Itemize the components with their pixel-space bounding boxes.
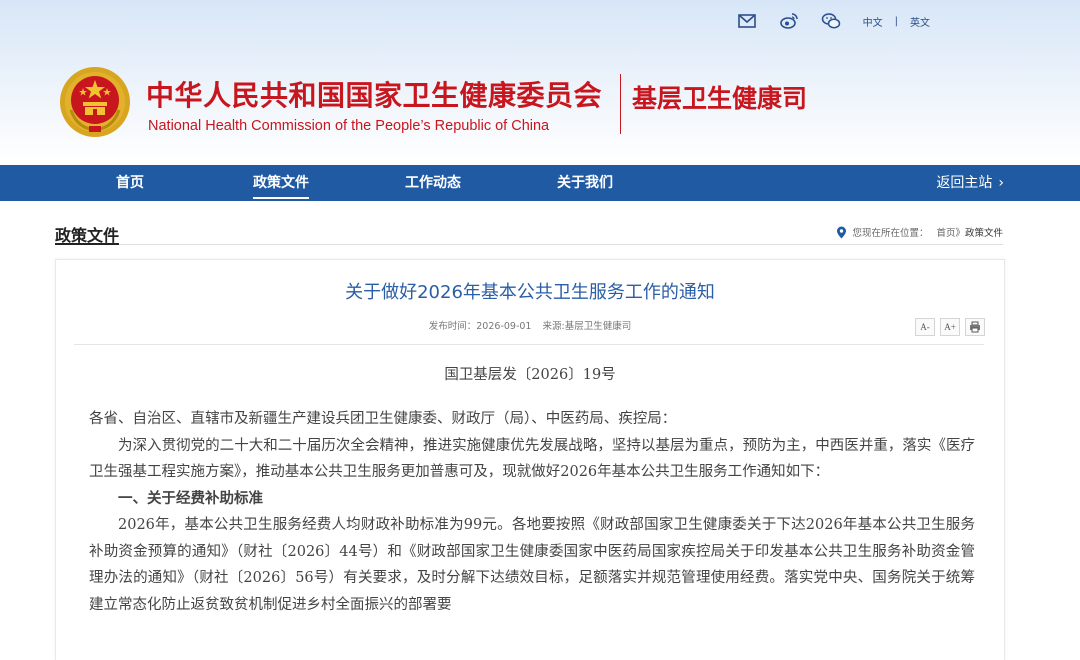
nav-item-news[interactable]: 工作动态 bbox=[405, 165, 461, 201]
top-links: 中文 | 英文 bbox=[737, 10, 930, 32]
date-label: 发布时间： bbox=[428, 321, 477, 332]
site-header: 中文 | 英文 中华人民共和国国家卫生健康委员会 National Health… bbox=[0, 0, 1080, 165]
addressee: 各省、自治区、直辖市及新疆生产建设兵团卫生健康委、财政厅（局）、中医药局、疾控局… bbox=[89, 411, 677, 427]
weibo-icon[interactable] bbox=[779, 11, 799, 31]
section-heading-1: 一、关于经费补助标准 bbox=[118, 490, 263, 507]
location-pin-icon bbox=[837, 226, 847, 238]
print-button[interactable] bbox=[965, 318, 985, 336]
site-title-en: National Health Commission of the People… bbox=[148, 118, 550, 134]
wechat-icon[interactable] bbox=[821, 11, 841, 31]
publish-date-label: 发布时间：2026-09-01 bbox=[429, 321, 532, 332]
source-value: 基层卫生健康司 bbox=[564, 321, 632, 332]
nav-item-about[interactable]: 关于我们 bbox=[557, 165, 613, 201]
nav-item-home[interactable]: 首页 bbox=[116, 165, 144, 201]
department-title[interactable]: 基层卫生健康司 bbox=[632, 79, 807, 115]
font-larger-button[interactable]: A+ bbox=[940, 318, 960, 336]
paragraph-1: 2026年，基本公共卫生服务经费人均财政补助标准为99元。各地要按照《财政部国家… bbox=[89, 517, 975, 613]
meta-divider bbox=[74, 344, 984, 345]
intro-paragraph: 为深入贯彻党的二十大和二十届历次全会精神，推进实施健康优先发展战略，坚持以基层为… bbox=[89, 437, 975, 481]
lang-separator: | bbox=[894, 15, 898, 27]
publish-date: 2026-09-01 bbox=[476, 321, 532, 332]
site-title-cn[interactable]: 中华人民共和国国家卫生健康委员会 bbox=[146, 74, 602, 114]
title-divider bbox=[620, 74, 621, 134]
printer-icon bbox=[970, 321, 980, 333]
section-title-underline bbox=[55, 243, 119, 245]
lang-en-link[interactable]: 英文 bbox=[910, 14, 930, 29]
back-to-main-label: 返回主站 bbox=[936, 175, 993, 191]
article-meta: 发布时间：2026-09-01 来源:基层卫生健康司 bbox=[56, 318, 1004, 332]
chevron-right-icon: › bbox=[998, 175, 1004, 191]
mail-icon[interactable] bbox=[737, 11, 757, 31]
lang-cn-link[interactable]: 中文 bbox=[863, 14, 883, 29]
nav-item-policy[interactable]: 政策文件 bbox=[253, 165, 309, 201]
breadcrumb-separator: 》 bbox=[955, 228, 965, 239]
document-number: 国卫基层发〔2026〕19号 bbox=[444, 367, 616, 383]
article-card: 关于做好2026年基本公共卫生服务工作的通知 发布时间：2026-09-01 来… bbox=[55, 259, 1005, 660]
breadcrumb-current[interactable]: 政策文件 bbox=[965, 225, 1003, 239]
source-label: 来源: bbox=[542, 321, 565, 332]
national-emblem-icon[interactable] bbox=[59, 66, 131, 138]
location-label: 您现在所在位置： bbox=[852, 228, 929, 239]
section-divider bbox=[55, 244, 1003, 245]
breadcrumb: 您现在所在位置： 首页 》 政策文件 bbox=[836, 225, 1003, 239]
article-title: 关于做好2026年基本公共卫生服务工作的通知 bbox=[345, 282, 715, 303]
back-to-main-link[interactable]: 返回主站 › bbox=[936, 165, 1004, 201]
source-group: 来源:基层卫生健康司 bbox=[543, 321, 632, 332]
article-tools: A- A+ bbox=[915, 318, 985, 336]
font-smaller-button[interactable]: A- bbox=[915, 318, 935, 336]
breadcrumb-home[interactable]: 首页 bbox=[936, 225, 955, 239]
article-body: 各省、自治区、直辖市及新疆生产建设兵团卫生健康委、财政厅（局）、中医药局、疾控局… bbox=[89, 406, 975, 618]
main-nav: 首页 政策文件 工作动态 关于我们 返回主站 › bbox=[0, 165, 1080, 201]
